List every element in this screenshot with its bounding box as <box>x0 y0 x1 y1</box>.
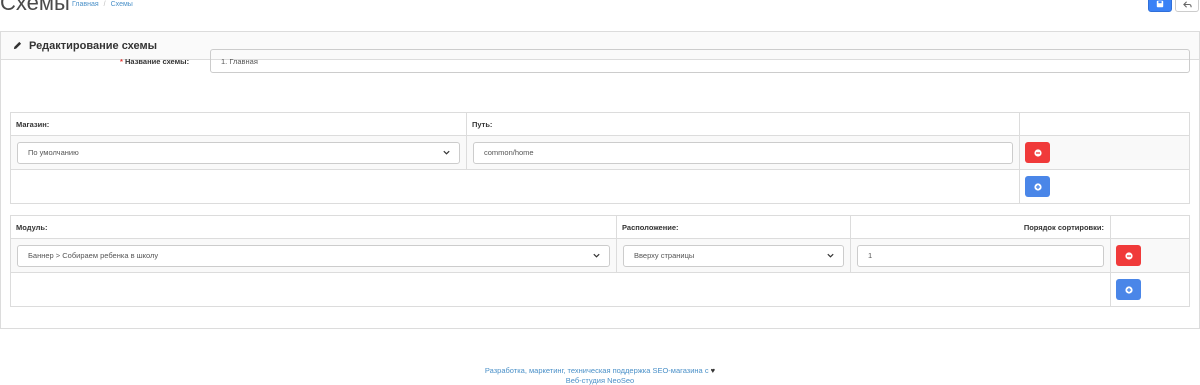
chevron-down-icon <box>827 253 834 258</box>
pencil-icon <box>13 41 22 50</box>
add-route-button[interactable] <box>1025 176 1050 197</box>
position-select-value: Вверху страницы <box>634 251 695 260</box>
minus-circle-icon <box>1033 148 1042 157</box>
heart-icon: ♥ <box>710 366 716 375</box>
plus-circle-icon <box>1124 285 1133 294</box>
scheme-name-input[interactable]: 1. Главная <box>210 49 1190 73</box>
sort-order-input[interactable]: 1 <box>857 244 1104 267</box>
add-module-button[interactable] <box>1116 279 1141 300</box>
footer: Разработка, маркетинг, техническая подде… <box>0 366 1200 385</box>
path-cell: common/home <box>466 135 1020 170</box>
remove-route-button[interactable] <box>1025 142 1050 163</box>
empty-cell <box>10 169 1020 204</box>
minus-circle-icon <box>1124 251 1133 260</box>
modules-table: Модуль: Расположение: Порядок сортировки… <box>10 215 1190 307</box>
store-select[interactable]: По умолчанию <box>17 141 460 164</box>
table-footer-row <box>10 169 1190 204</box>
position-select[interactable]: Вверху страницы <box>623 244 844 267</box>
breadcrumb: Главная / Схемы <box>72 1 133 8</box>
routes-table: Магазин: Путь: По умолчанию common/home <box>10 112 1190 204</box>
required-mark: * <box>120 57 123 66</box>
route-actions-cell <box>1019 135 1190 170</box>
scheme-name-label-text: Название схемы: <box>125 57 190 66</box>
reply-icon <box>1182 0 1192 8</box>
panel-title: Редактирование схемы <box>29 39 158 52</box>
table-header-row: Магазин: Путь: <box>10 112 1190 136</box>
column-header-position: Расположение: <box>616 215 851 239</box>
position-cell: Вверху страницы <box>616 238 851 273</box>
footer-line-1: Разработка, маркетинг, техническая подде… <box>0 366 1200 376</box>
module-select-value: Баннер > Собираем ребенка в школу <box>28 251 159 260</box>
module-actions-cell <box>1110 238 1190 273</box>
column-header-path: Путь: <box>466 112 1020 136</box>
column-header-module: Модуль: <box>10 215 617 239</box>
back-button[interactable] <box>1175 0 1199 12</box>
add-module-cell <box>1110 272 1190 307</box>
column-header-actions <box>1019 112 1190 136</box>
chevron-down-icon <box>593 253 600 258</box>
module-select[interactable]: Баннер > Собираем ребенка в школу <box>17 244 610 267</box>
scheme-name-label: * Название схемы: <box>120 57 189 66</box>
remove-module-button[interactable] <box>1116 245 1141 266</box>
footer-studio-link[interactable]: Веб-студия NeoSeo <box>0 376 1200 385</box>
store-cell: По умолчанию <box>10 135 467 170</box>
store-select-value: По умолчанию <box>28 148 79 157</box>
sort-order-cell: 1 <box>850 238 1111 273</box>
table-header-row: Модуль: Расположение: Порядок сортировки… <box>10 215 1190 239</box>
plus-circle-icon <box>1033 182 1042 191</box>
page-title: Схемы <box>0 0 70 15</box>
column-header-store: Магазин: <box>10 112 467 136</box>
save-button[interactable] <box>1148 0 1172 12</box>
module-cell: Баннер > Собираем ребенка в школу <box>10 238 617 273</box>
breadcrumb-separator: / <box>103 1 106 8</box>
add-route-cell <box>1019 169 1190 204</box>
empty-cell <box>10 272 1111 307</box>
path-input[interactable]: common/home <box>473 141 1013 164</box>
column-header-actions <box>1110 215 1190 239</box>
table-footer-row <box>10 272 1190 307</box>
column-header-sort-order: Порядок сортировки: <box>850 215 1111 239</box>
table-row: По умолчанию common/home <box>10 135 1190 170</box>
breadcrumb-current[interactable]: Схемы <box>111 1 133 8</box>
breadcrumb-home[interactable]: Главная <box>72 1 99 8</box>
save-icon <box>1156 0 1164 8</box>
footer-link[interactable]: Разработка, маркетинг, техническая подде… <box>485 366 709 375</box>
chevron-down-icon <box>443 150 450 155</box>
table-row: Баннер > Собираем ребенка в школу Вверху… <box>10 238 1190 273</box>
